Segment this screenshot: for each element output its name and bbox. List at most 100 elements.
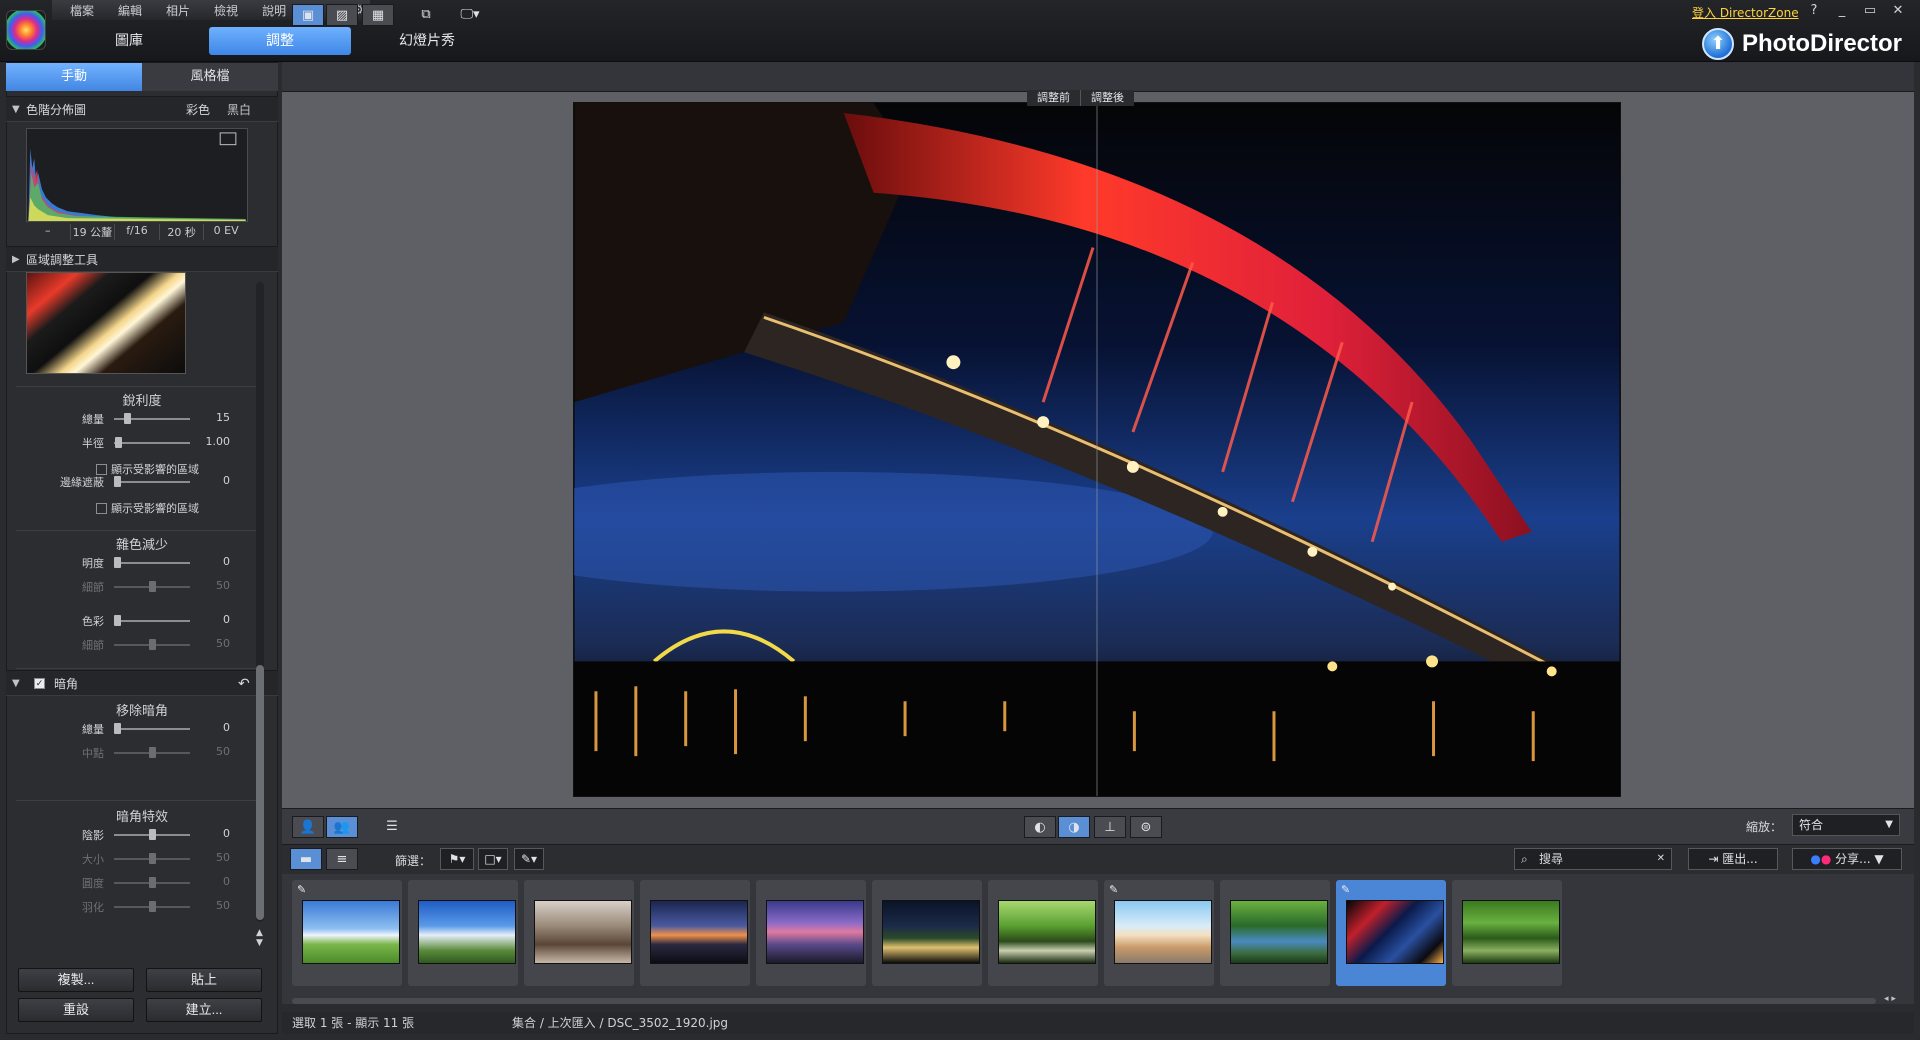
image-view-icon[interactable]: ▨ xyxy=(326,4,358,26)
half-compare-icon[interactable]: ◑ xyxy=(1058,816,1090,838)
single-person-icon[interactable]: 👤 xyxy=(292,816,324,838)
vignette-shadow-slider-thumb[interactable] xyxy=(149,829,156,840)
sharpness-radius-slider-thumb[interactable] xyxy=(115,437,122,448)
vignette-amount-slider[interactable] xyxy=(114,723,190,734)
sharpness-radius-slider[interactable] xyxy=(114,437,190,448)
share-button[interactable]: ●● 分享... ▼ xyxy=(1792,848,1902,870)
minimize-button[interactable]: _ xyxy=(1830,3,1854,18)
sharpness-edge-mask-slider[interactable] xyxy=(114,476,190,487)
zoom-select[interactable]: 符合 ▼ xyxy=(1792,814,1900,836)
create-button[interactable]: 建立... xyxy=(146,998,262,1022)
zoom-value: 符合 xyxy=(1799,818,1824,832)
collapse-triangle-icon[interactable]: ▼ xyxy=(12,97,20,123)
exif-ev: 0 EV xyxy=(213,224,239,237)
tab-slideshow[interactable]: 幻燈片秀 xyxy=(356,27,498,55)
before-after-tags: 調整前 調整後 xyxy=(1027,90,1134,106)
help-button[interactable]: ? xyxy=(1802,3,1826,18)
panel-scrollbar-thumb[interactable] xyxy=(256,665,264,920)
tab-library[interactable]: 圖庫 xyxy=(58,27,200,55)
edge-mask-show-affected[interactable]: 顯示受影響的區域 xyxy=(96,500,199,516)
menu-file[interactable]: 檔案 xyxy=(58,2,106,19)
exif-iso: – xyxy=(26,224,71,240)
clear-icon[interactable]: ✕ xyxy=(1657,849,1665,869)
sharpness-amount-slider[interactable] xyxy=(114,413,190,424)
histogram-bw-toggle[interactable]: 黑白 xyxy=(227,101,251,118)
noise-color-slider-thumb[interactable] xyxy=(114,615,121,626)
sharpness-edge-mask-value: 0 xyxy=(223,474,230,487)
film-thumbnail[interactable] xyxy=(408,880,518,986)
restore-button[interactable]: ▭ xyxy=(1858,3,1882,18)
subtab-manual[interactable]: 手動 xyxy=(6,63,142,91)
vignette-size-slider xyxy=(114,853,190,864)
monitor-view-icon[interactable]: 🖵▾ xyxy=(454,4,486,26)
app-logo[interactable] xyxy=(6,10,46,50)
export-button[interactable]: ⇥ 匯出... xyxy=(1688,848,1778,870)
vignette-header[interactable]: ▼ ✓ 暗角 ↶ xyxy=(6,670,278,696)
main-photo[interactable] xyxy=(573,102,1621,797)
filmstrip-scrollbar[interactable] xyxy=(292,998,1876,1004)
noise-luminance-slider[interactable] xyxy=(114,557,190,568)
filmstrip-view-icon[interactable]: ▬ xyxy=(290,848,322,870)
collapse-triangle-icon[interactable]: ▼ xyxy=(12,671,20,697)
upgrade-arrow-icon[interactable]: ⬆ xyxy=(1702,28,1734,60)
reset-arrow-icon[interactable]: ↶ xyxy=(238,671,250,697)
vignette-midpoint-slider xyxy=(114,747,190,758)
copy-button[interactable]: 複製... xyxy=(18,968,134,992)
film-thumbnail[interactable]: ✎ xyxy=(1104,880,1214,986)
film-thumbnail[interactable] xyxy=(756,880,866,986)
list-view-icon[interactable]: ≡ xyxy=(326,848,358,870)
checkbox[interactable] xyxy=(96,502,107,514)
noise-luminance-slider-thumb[interactable] xyxy=(114,557,121,568)
vignette-shadow-slider[interactable] xyxy=(114,829,190,840)
compare-view-icon[interactable]: ⧉ xyxy=(410,4,442,26)
film-thumbnail[interactable] xyxy=(988,880,1098,986)
edited-pencil-icon: ✎ xyxy=(297,883,307,896)
after-tag: 調整後 xyxy=(1080,90,1134,106)
exif-shutter: 20 秒 xyxy=(160,224,205,240)
close-button[interactable]: ✕ xyxy=(1886,3,1910,18)
reset-button[interactable]: 重設 xyxy=(18,998,134,1022)
film-thumbnail[interactable] xyxy=(640,880,750,986)
flag-filter-icon[interactable]: ⚑▾ xyxy=(440,848,474,870)
subtab-presets[interactable]: 風格檔 xyxy=(142,63,278,91)
checkbox[interactable] xyxy=(96,463,107,475)
vignette-roundness-slider xyxy=(114,877,190,888)
scroll-arrows-icon[interactable]: ◂ ▸ xyxy=(1884,994,1896,1004)
before-after-split-icon[interactable]: ◐ xyxy=(1024,816,1056,838)
film-thumbnail[interactable]: ✎ xyxy=(1336,880,1446,986)
search-input[interactable]: ⌕ 搜尋 ✕ xyxy=(1514,848,1672,870)
noise-color-value: 0 xyxy=(223,613,230,626)
menu-help[interactable]: 說明 xyxy=(250,2,298,19)
sharpness-title: 銳利度 xyxy=(122,394,162,409)
color-label-filter-icon[interactable]: □▾ xyxy=(478,848,508,870)
film-thumbnail[interactable] xyxy=(872,880,982,986)
scroll-arrows-icon[interactable]: ▲ ▼ xyxy=(256,928,263,948)
sharpness-edge-mask-slider-thumb[interactable] xyxy=(114,476,121,487)
menu-edit[interactable]: 編輯 xyxy=(106,2,154,19)
people-icon[interactable]: 👥 xyxy=(326,816,358,838)
loupe-view-icon[interactable]: ▣ xyxy=(292,4,324,26)
sharpness-amount-slider-thumb[interactable] xyxy=(124,413,131,424)
paste-button[interactable]: 貼上 xyxy=(146,968,262,992)
edit-filter-icon[interactable]: ✎▾ xyxy=(514,848,544,870)
histogram-color-toggle[interactable]: 彩色 xyxy=(186,101,210,118)
vignette-amount-slider-thumb[interactable] xyxy=(114,723,121,734)
region-tool-title: 區域調整工具 xyxy=(26,253,99,267)
menu-photo[interactable]: 相片 xyxy=(154,2,202,19)
horizontal-split-icon[interactable]: ⊜ xyxy=(1130,816,1162,838)
film-thumbnail[interactable]: ✎ xyxy=(292,880,402,986)
vertical-split-icon[interactable]: ⊥ xyxy=(1094,816,1126,838)
noise-luminance-detail-slider-thumb xyxy=(149,581,156,592)
info-overlay-icon[interactable]: ☰ xyxy=(376,816,408,838)
tab-adjust[interactable]: 調整 xyxy=(209,27,351,55)
film-thumbnail[interactable] xyxy=(524,880,634,986)
expand-triangle-icon[interactable]: ▶ xyxy=(12,247,20,273)
grid-view-icon[interactable]: ▦ xyxy=(362,4,394,26)
directorzone-login-link[interactable]: 登入 DirectorZone xyxy=(1692,4,1799,21)
noise-color-slider[interactable] xyxy=(114,615,190,626)
film-thumbnail[interactable] xyxy=(1220,880,1330,986)
region-tool-header[interactable]: ▶ 區域調整工具 xyxy=(6,246,278,272)
film-thumbnail[interactable] xyxy=(1452,880,1562,986)
menu-view[interactable]: 檢視 xyxy=(202,2,250,19)
vignette-enable-checkbox[interactable]: ✓ xyxy=(34,678,45,689)
